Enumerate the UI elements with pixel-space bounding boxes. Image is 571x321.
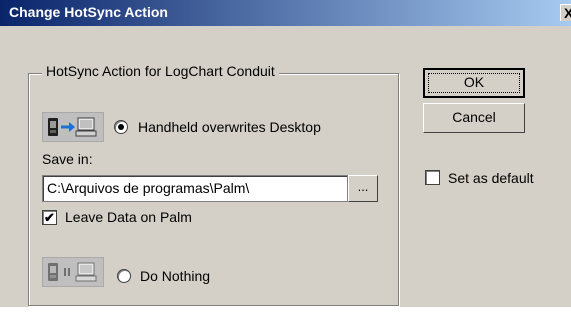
close-icon: X [564,5,571,21]
save-path-input[interactable]: C:\Arquivos de programas\Palm\ [42,175,348,202]
handheld-overwrites-desktop-radio[interactable] [114,120,128,134]
title-bar[interactable]: Change HotSync Action X [0,0,571,26]
change-hotsync-action-dialog: Change HotSync Action X HotSync Action f… [0,0,571,307]
radio-selected-dot [118,124,124,130]
cancel-button[interactable]: Cancel [423,103,525,133]
ok-button[interactable]: OK [423,68,525,98]
ok-button-label: OK [463,74,485,90]
cancel-button-label: Cancel [452,109,496,125]
handheld-overwrites-desktop-label[interactable]: Handheld overwrites Desktop [138,119,321,135]
leave-data-checkbox[interactable]: ✔ [42,210,57,225]
browse-button[interactable]: ... [348,175,378,202]
close-button[interactable]: X [560,4,571,21]
dialog-title: Change HotSync Action [9,4,168,20]
handheld-pause-desktop-icon [42,257,104,287]
set-as-default-checkbox[interactable] [425,170,440,185]
handheld-to-desktop-icon [42,112,104,142]
set-as-default-label[interactable]: Set as default [448,170,534,186]
save-in-label: Save in: [42,151,93,167]
do-nothing-radio[interactable] [117,269,131,283]
do-nothing-label[interactable]: Do Nothing [140,268,210,284]
group-legend: HotSync Action for LogChart Conduit [42,63,279,79]
leave-data-label[interactable]: Leave Data on Palm [65,209,192,225]
